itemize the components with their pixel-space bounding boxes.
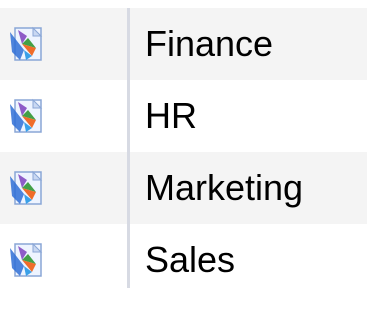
- database-report-icon: [10, 26, 43, 61]
- icon-cell: [0, 80, 126, 152]
- list-item-sales[interactable]: Sales: [0, 224, 367, 296]
- icon-cell: [0, 8, 126, 80]
- list-item-label: Marketing: [145, 167, 304, 208]
- column-divider[interactable]: [127, 8, 130, 288]
- list-item-finance[interactable]: Finance: [0, 8, 367, 80]
- list-item-label: Sales: [145, 239, 236, 280]
- list-item-marketing[interactable]: Marketing: [0, 152, 367, 224]
- list-item-label: Finance: [145, 23, 274, 64]
- icon-cell: [0, 152, 126, 224]
- list-item-hr[interactable]: HR: [0, 80, 367, 152]
- database-report-icon: [10, 242, 43, 277]
- list-item-label: HR: [145, 95, 197, 136]
- database-report-icon: [10, 170, 43, 205]
- icon-cell: [0, 224, 126, 296]
- database-report-icon: [10, 98, 43, 133]
- department-list: Finance HR Marketing Sales: [0, 0, 367, 316]
